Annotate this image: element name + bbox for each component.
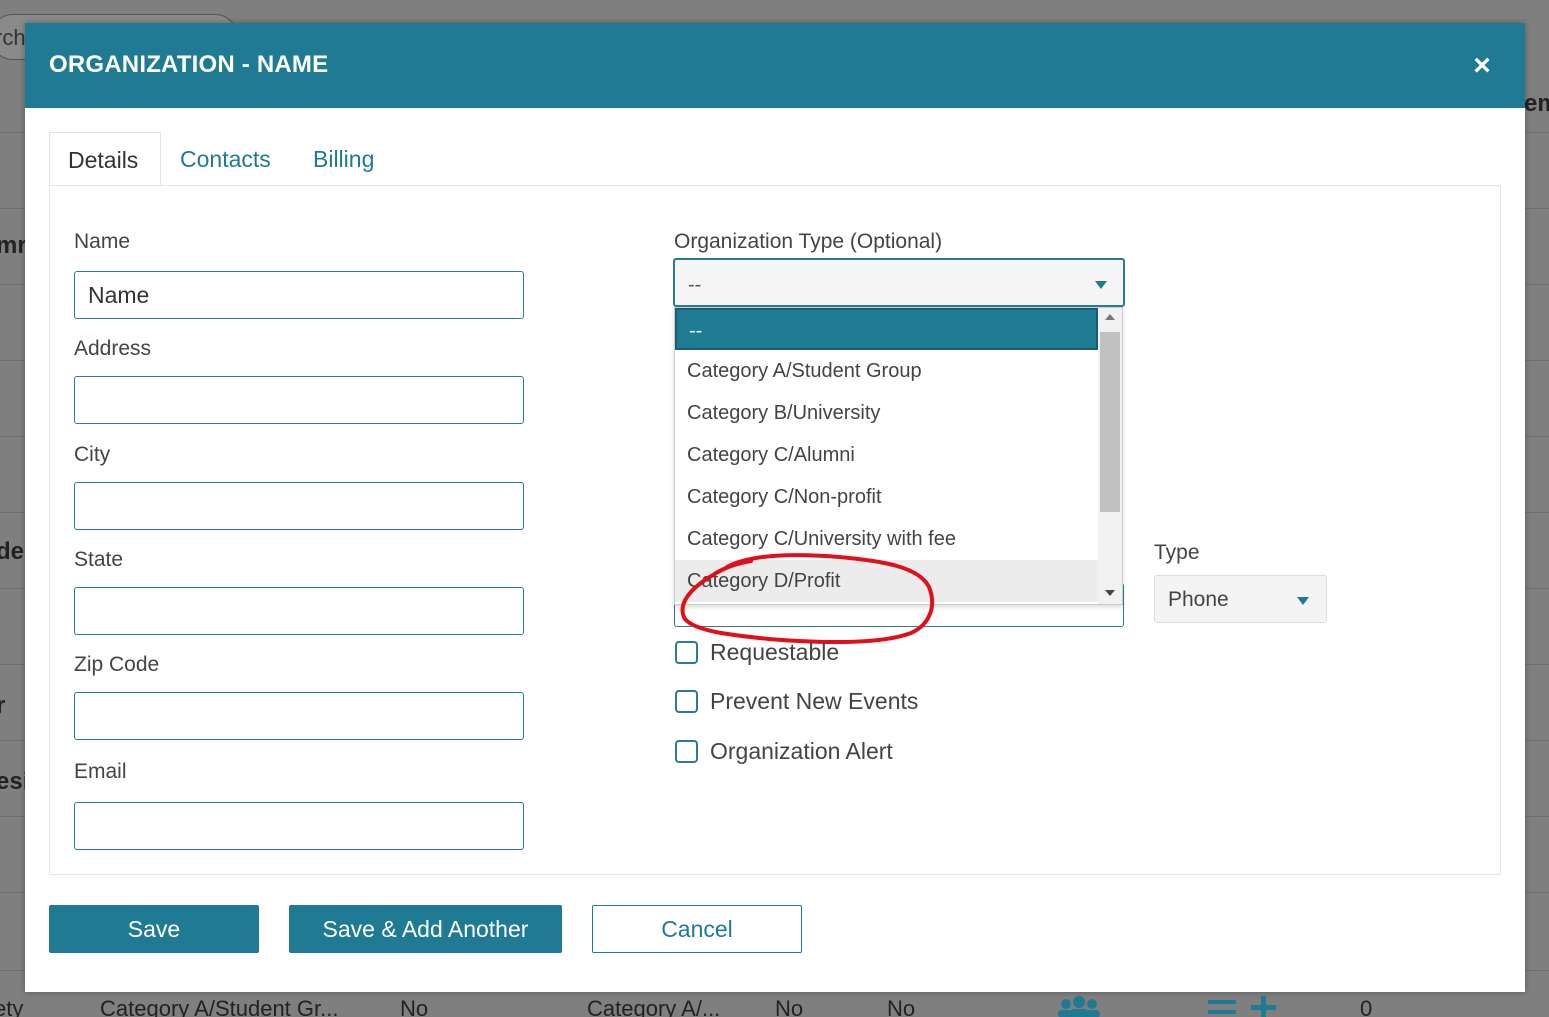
zip-code-input[interactable] (74, 692, 524, 740)
background-cell: Category A/... (587, 996, 721, 1017)
organization-alert-checkbox[interactable] (675, 740, 698, 763)
dropdown-option[interactable]: Category C/Alumni (675, 434, 1098, 476)
modal-title: ORGANIZATION - NAME (49, 51, 329, 78)
state-label: State (74, 548, 124, 571)
dropdown-option[interactable]: -- (675, 308, 1098, 350)
organization-type-value: -- (688, 274, 702, 296)
group-icon (1058, 996, 1100, 1017)
background-cell: ety (0, 996, 24, 1017)
dropdown-option[interactable]: Category A/Student Group (675, 350, 1098, 392)
address-input[interactable] (74, 376, 524, 424)
background-text-fragment: de (0, 538, 25, 565)
email-label: Email (74, 760, 127, 783)
chevron-down-icon (1095, 281, 1107, 289)
phone-type-select[interactable]: Phone (1154, 575, 1327, 623)
organization-modal: ORGANIZATION - NAME × Details Contacts B… (25, 23, 1525, 992)
tab-details[interactable]: Details (49, 132, 161, 186)
red-circle-annotation (680, 553, 935, 645)
dropdown-option[interactable]: Category B/University (675, 392, 1098, 434)
background-cell: Category A/Student Gr... (100, 996, 339, 1017)
close-icon[interactable]: × (1467, 51, 1497, 81)
address-label: Address (74, 337, 152, 360)
modal-header: ORGANIZATION - NAME × (25, 23, 1525, 108)
dropdown-option[interactable]: Category C/Non-profit (675, 476, 1098, 518)
prevent-new-events-checkbox[interactable] (675, 690, 698, 713)
scrollbar-thumb[interactable] (1100, 332, 1120, 512)
save-and-add-another-button[interactable]: Save & Add Another (289, 905, 562, 953)
cancel-button[interactable]: Cancel (592, 905, 802, 953)
state-input[interactable] (74, 587, 524, 635)
scroll-up-icon[interactable] (1105, 314, 1115, 320)
scroll-down-icon[interactable] (1105, 590, 1115, 596)
organization-alert-label: Organization Alert (710, 738, 893, 764)
save-button[interactable]: Save (49, 905, 259, 953)
organization-type-select[interactable]: -- (673, 258, 1125, 307)
background-cell: No (775, 996, 804, 1017)
tab-contacts[interactable]: Contacts (162, 132, 292, 186)
requestable-label: Requestable (710, 639, 840, 665)
city-label: City (74, 443, 111, 466)
plus-icon (1251, 996, 1276, 1017)
background-cell: No (400, 996, 429, 1017)
tab-billing[interactable]: Billing (295, 132, 405, 186)
dropdown-scrollbar[interactable] (1098, 308, 1122, 604)
background-cell: No (887, 996, 916, 1017)
city-input[interactable] (74, 482, 524, 530)
chevron-down-icon (1297, 597, 1309, 605)
name-label: Name (74, 230, 131, 253)
menu-icon (1208, 1000, 1236, 1014)
email-input[interactable] (74, 802, 524, 850)
background-cell: 0 (1360, 996, 1373, 1017)
phone-type-label: Type (1154, 541, 1200, 564)
background-text-fragment: mr (0, 232, 27, 259)
phone-type-value: Phone (1168, 588, 1229, 611)
prevent-new-events-label: Prevent New Events (710, 688, 919, 714)
requestable-checkbox[interactable] (675, 641, 698, 664)
background-text-fragment: r (0, 692, 6, 719)
organization-type-label: Organization Type (Optional) (674, 230, 943, 253)
zip-code-label: Zip Code (74, 653, 160, 676)
background-text-fragment: em (1524, 90, 1549, 117)
name-input[interactable] (74, 271, 524, 319)
